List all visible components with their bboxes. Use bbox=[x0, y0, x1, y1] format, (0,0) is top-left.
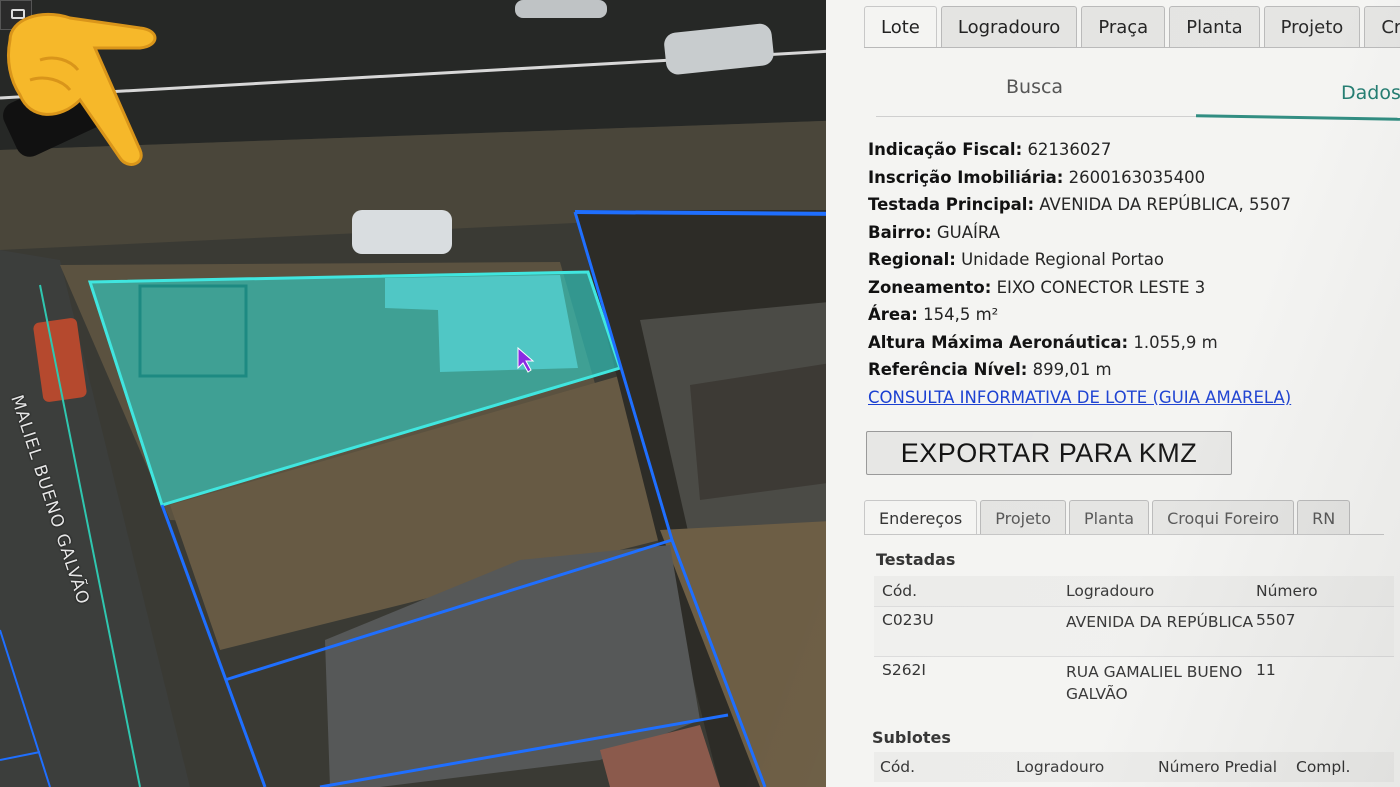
indicacao-fiscal: Indicação Fiscal: 62136027 bbox=[868, 140, 1112, 159]
tab-enderecos[interactable]: Endereços bbox=[864, 500, 978, 535]
detail-tabs-divider bbox=[864, 534, 1384, 535]
area: Área: 154,5 m² bbox=[868, 305, 999, 324]
top-tabs: Lote Logradouro Praça Planta Projeto Cro bbox=[864, 6, 1400, 48]
tab-logradouro[interactable]: Logradouro bbox=[940, 6, 1078, 48]
bairro: Bairro: GUAÍRA bbox=[868, 222, 1000, 242]
detail-tabs: Endereços Projeto Planta Croqui Foreiro … bbox=[864, 500, 1351, 535]
aerial-map[interactable]: MALIEL BUENO GALVÃO bbox=[0, 0, 850, 787]
tab-croqui-foreiro[interactable]: Croqui Foreiro bbox=[1152, 500, 1295, 535]
sublotes-table-header: Cód. Logradouro Número Predial Compl. bbox=[874, 752, 1394, 782]
testadas-table: Cód. Logradouro Número C023U AVENIDA DA … bbox=[874, 576, 1394, 709]
subnav-dados[interactable]: Dados bbox=[1341, 82, 1400, 104]
consulta-informativa-link[interactable]: CONSULTA INFORMATIVA DE LOTE (GUIA AMARE… bbox=[868, 384, 1388, 412]
lot-data: Indicação Fiscal: 62136027 Inscrição Imo… bbox=[868, 136, 1388, 412]
tab-lote[interactable]: Lote bbox=[864, 6, 937, 48]
regional: Regional: Unidade Regional Portao bbox=[868, 250, 1165, 269]
screen: MALIEL BUENO GALVÃO Lote Logradouro Praç… bbox=[0, 0, 1400, 787]
subnav-busca[interactable]: Busca bbox=[1006, 76, 1063, 98]
altura-maxima: Altura Máxima Aeronáutica: 1.055,9 m bbox=[868, 332, 1218, 352]
tabs-divider bbox=[864, 47, 1400, 48]
export-kmz-button[interactable]: EXPORTAR PARA KMZ bbox=[866, 431, 1232, 475]
referencia-nivel: Referência Nível: 899,01 m bbox=[868, 360, 1112, 379]
tab-planta-detail[interactable]: Planta bbox=[1068, 500, 1150, 535]
tab-planta[interactable]: Planta bbox=[1169, 6, 1260, 48]
inscricao-imobiliaria: Inscrição Imobiliária: 2600163035400 bbox=[868, 167, 1206, 187]
pointing-hand-icon bbox=[6, 13, 157, 166]
table-row[interactable]: S262I RUA GAMALIEL BUENO GALVÃO 11 bbox=[874, 656, 1394, 709]
lot-info-panel: Lote Logradouro Praça Planta Projeto Cro… bbox=[826, 0, 1400, 787]
tab-croqui[interactable]: Cro bbox=[1364, 6, 1400, 48]
subnav-divider bbox=[876, 116, 1196, 117]
subnav: Busca Dados bbox=[876, 60, 1400, 122]
tab-rn[interactable]: RN bbox=[1297, 500, 1351, 535]
sublotes-title: Sublotes bbox=[872, 728, 951, 747]
table-header: Cód. Logradouro Número bbox=[874, 576, 1394, 606]
testadas-title: Testadas bbox=[876, 550, 956, 569]
tab-praca[interactable]: Praça bbox=[1081, 6, 1166, 48]
subnav-active-indicator bbox=[1195, 114, 1400, 121]
tab-projeto-detail[interactable]: Projeto bbox=[980, 500, 1066, 535]
tab-projeto[interactable]: Projeto bbox=[1263, 6, 1361, 48]
table-row[interactable]: C023U AVENIDA DA REPÚBLICA 5507 bbox=[874, 606, 1394, 656]
zoneamento: Zoneamento: EIXO CONECTOR LESTE 3 bbox=[868, 277, 1206, 297]
testada-principal: Testada Principal: AVENIDA DA REPÚBLICA,… bbox=[868, 195, 1291, 214]
